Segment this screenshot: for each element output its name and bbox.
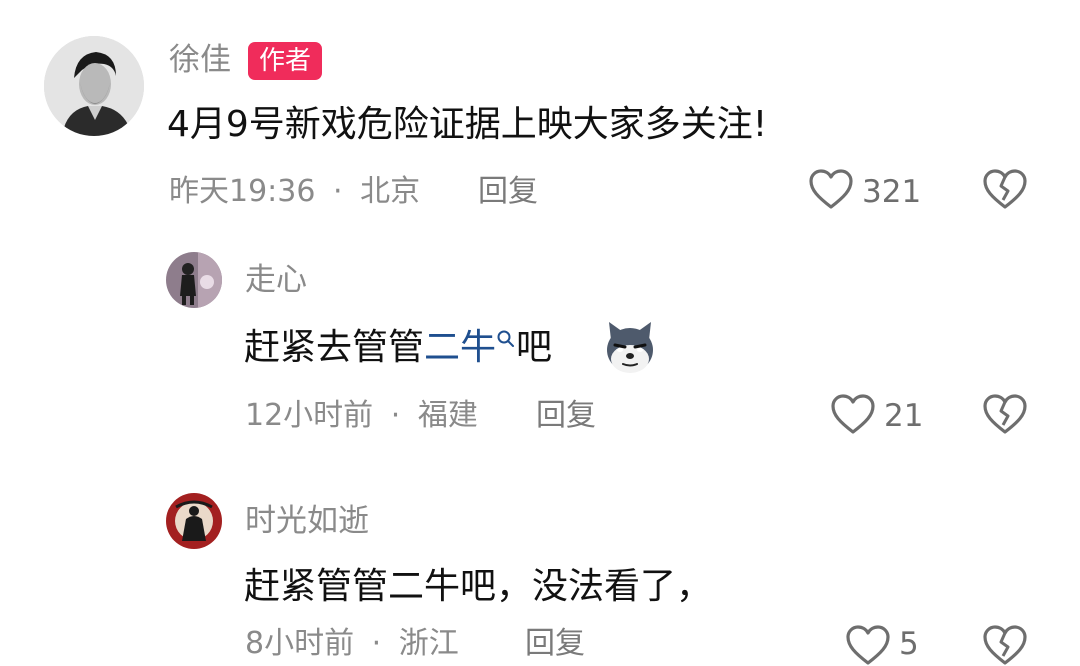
comment-text: 赶紧管管二牛吧，没法看了， (244, 566, 713, 607)
meta-separator: · (333, 174, 343, 209)
search-icon[interactable] (496, 329, 516, 349)
heart-outline-icon[interactable] (845, 624, 891, 666)
comment-author[interactable]: 走心 (245, 260, 307, 300)
comment-text-part: 赶紧去管管 (244, 327, 425, 368)
search-link[interactable]: 二牛 (424, 327, 496, 368)
like-count: 21 (884, 398, 924, 434)
like-count: 5 (899, 626, 919, 662)
comment-author[interactable]: 徐佳 (169, 40, 231, 80)
avatar[interactable] (166, 252, 222, 308)
author-badge: 作者 (248, 42, 323, 80)
broken-heart-icon[interactable] (982, 624, 1028, 666)
broken-heart-icon[interactable] (982, 393, 1028, 435)
heart-outline-icon[interactable] (830, 393, 876, 435)
comment-author[interactable]: 时光如逝 (245, 501, 369, 541)
meta-separator: · (371, 626, 382, 661)
dog-emoji-icon (601, 318, 659, 376)
comment-location: 福建 (417, 398, 478, 433)
like-count: 321 (862, 174, 922, 210)
comment-meta: 12小时前 · 福建 (245, 396, 478, 436)
comment-text: 4月9号新戏危险证据上映大家多关注! (167, 104, 768, 145)
broken-heart-icon[interactable] (982, 168, 1028, 210)
heart-outline-icon[interactable] (808, 168, 854, 210)
reply-button[interactable]: 回复 (536, 396, 596, 436)
comment-time: 8小时前 (245, 626, 355, 661)
avatar[interactable] (44, 36, 144, 136)
reply-button[interactable]: 回复 (525, 624, 585, 664)
comment-location: 北京 (360, 174, 421, 209)
comment-location: 浙江 (398, 626, 459, 661)
comment-meta: 8小时前 · 浙江 (245, 624, 459, 664)
avatar[interactable] (166, 493, 222, 549)
comment-time: 12小时前 (245, 398, 374, 433)
meta-separator: · (390, 398, 401, 433)
comment-meta: 昨天19:36 · 北京 (169, 172, 420, 212)
comment-text: 赶紧去管管二牛 吧 (244, 323, 552, 373)
reply-button[interactable]: 回复 (478, 172, 538, 212)
comment-time: 昨天19:36 (169, 174, 316, 209)
comment-text-part: 吧 (516, 327, 553, 368)
